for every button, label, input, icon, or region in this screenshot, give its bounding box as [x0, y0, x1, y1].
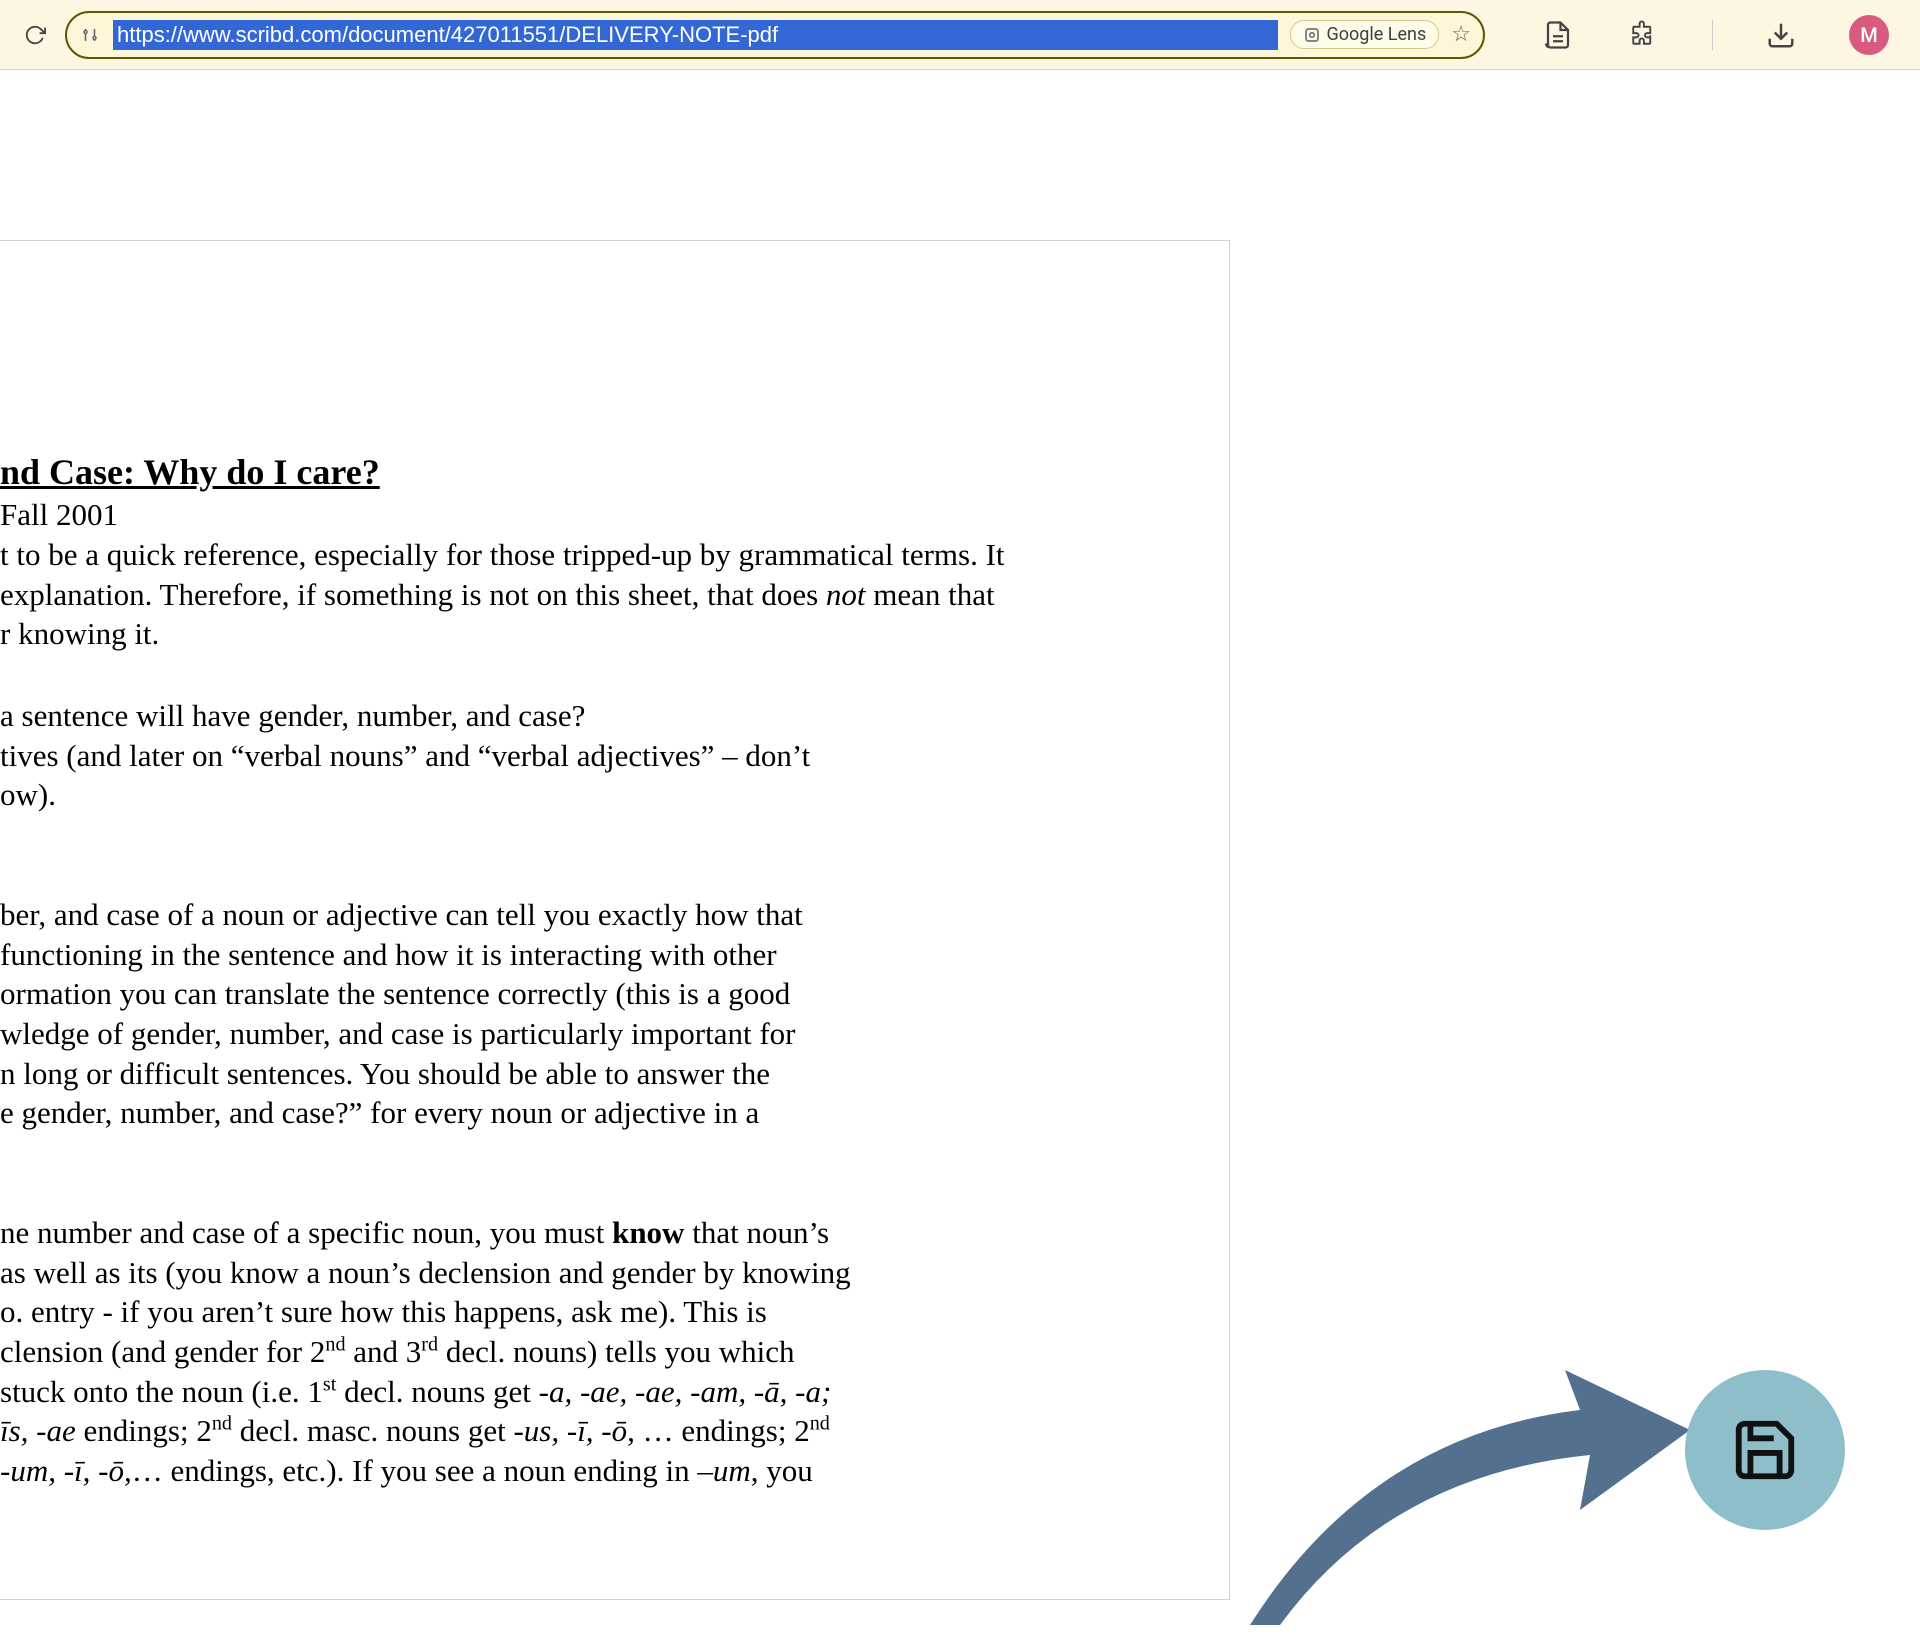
- profile-avatar[interactable]: M: [1849, 15, 1889, 55]
- downloads-icon[interactable]: [1763, 17, 1799, 53]
- document-title: nd Case: Why do I care?: [0, 451, 1109, 493]
- google-lens-label: Google Lens: [1327, 24, 1427, 45]
- site-settings-icon[interactable]: [79, 24, 101, 46]
- address-bar[interactable]: https://www.scribd.com/document/42701155…: [65, 11, 1485, 59]
- avatar-letter: M: [1860, 23, 1878, 47]
- paragraph-4: ne number and case of a specific noun, y…: [0, 1213, 1109, 1491]
- toolbar-icons: M: [1540, 15, 1889, 55]
- document-subtitle: Fall 2001: [0, 497, 1109, 533]
- document-page: nd Case: Why do I care? Fall 2001 t to b…: [0, 240, 1230, 1600]
- paragraph-3: ber, and case of a noun or adjective can…: [0, 895, 1109, 1133]
- save-floating-button[interactable]: [1685, 1370, 1845, 1530]
- bookmark-star-icon[interactable]: ☆: [1451, 22, 1471, 47]
- save-icon: [1730, 1415, 1800, 1485]
- url-text[interactable]: https://www.scribd.com/document/42701155…: [113, 20, 1278, 50]
- reader-mode-icon[interactable]: [1540, 17, 1576, 53]
- reload-button[interactable]: [20, 20, 50, 50]
- paragraph-1: t to be a quick reference, especially fo…: [0, 535, 1109, 654]
- paragraph-2: a sentence will have gender, number, and…: [0, 696, 1109, 815]
- google-lens-button[interactable]: Google Lens: [1290, 20, 1440, 49]
- page-content: nd Case: Why do I care? Fall 2001 t to b…: [0, 70, 1920, 1635]
- extensions-icon[interactable]: [1626, 17, 1662, 53]
- browser-toolbar: https://www.scribd.com/document/42701155…: [0, 0, 1920, 70]
- tutorial-arrow-icon: [1220, 1315, 1720, 1635]
- toolbar-divider: [1712, 20, 1713, 50]
